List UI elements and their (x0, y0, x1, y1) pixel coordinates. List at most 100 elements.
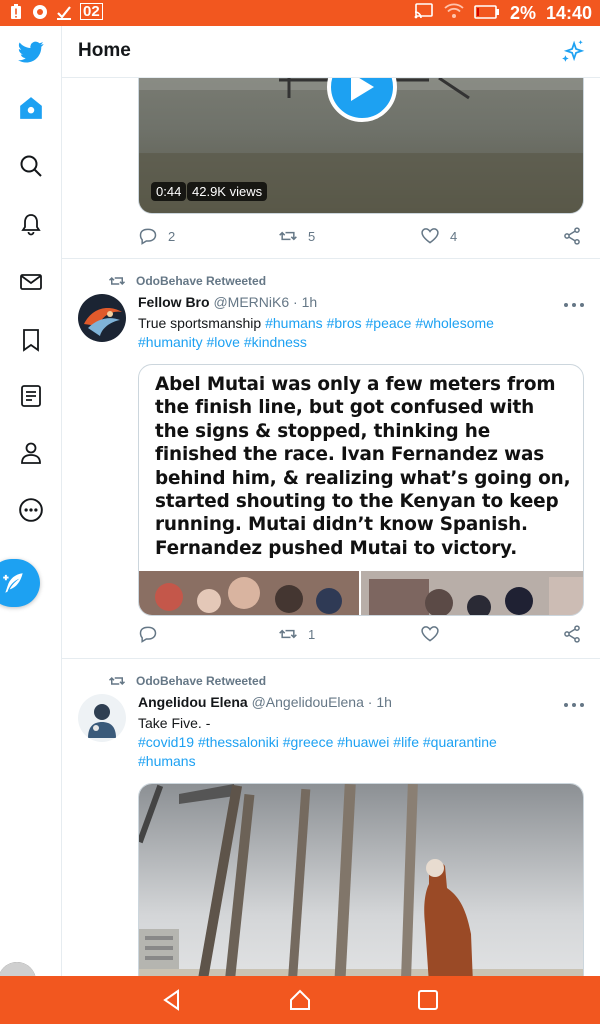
seaside-photo (139, 784, 583, 976)
retweet-context[interactable]: OdoBehave Retweeted (108, 272, 266, 290)
timeline-header: Home (62, 26, 600, 78)
retweet-icon (279, 231, 297, 241)
home-nav-icon[interactable] (288, 988, 312, 1012)
retweet-button[interactable]: 1 (278, 624, 315, 644)
video-player[interactable]: 0:44 42.9K views (138, 78, 584, 214)
hashtag-link[interactable]: #covid19 (138, 734, 194, 750)
reply-button[interactable]: 2 (138, 226, 175, 246)
status-bar: 02 2% 14:40 (0, 0, 600, 26)
retweet-count: 1 (308, 626, 316, 642)
share-button[interactable] (562, 226, 582, 246)
retweet-icon (279, 629, 297, 639)
cast-icon (414, 3, 434, 24)
video-duration: 0:44 (151, 182, 187, 201)
notifications-bell-icon[interactable] (0, 204, 62, 244)
reply-button[interactable] (138, 624, 158, 644)
display-name: Angelidou Elena (138, 694, 248, 710)
hashtag-link[interactable]: #huawei (337, 734, 389, 750)
hashtag-link[interactable]: #peace (366, 315, 412, 331)
tweet-divider (62, 258, 600, 259)
retweet-icon (108, 676, 126, 686)
hashtag-link[interactable]: #kindness (244, 334, 307, 350)
play-icon (351, 78, 374, 101)
hashtag-link[interactable]: #humanity (138, 334, 203, 350)
search-icon[interactable] (0, 146, 62, 186)
reply-icon (139, 626, 157, 643)
battery-alert-icon (8, 3, 24, 20)
top-tweets-sparkle-icon[interactable] (560, 39, 586, 65)
share-icon (564, 227, 580, 245)
back-icon[interactable] (160, 988, 184, 1012)
recent-apps-icon[interactable] (416, 988, 440, 1012)
notification-count: 02 (80, 3, 103, 20)
hashtag-link[interactable]: #humans (265, 315, 323, 331)
profile-icon[interactable] (0, 433, 62, 473)
like-button[interactable]: 4 (420, 226, 457, 246)
battery-percent: 2% (509, 3, 536, 23)
sidebar (0, 26, 62, 1000)
retweeted-by-label: OdoBehave Retweeted (136, 674, 267, 688)
hashtag-link[interactable]: #bros (327, 315, 362, 331)
home-icon[interactable] (0, 88, 62, 128)
retweet-count: 5 (308, 228, 316, 244)
clock: 14:40 (545, 3, 592, 23)
tweet-body: Take Five. - (138, 715, 211, 731)
handle: @AngelidouElena (251, 694, 364, 710)
bookmarks-icon[interactable] (0, 320, 62, 360)
lists-icon[interactable] (0, 376, 62, 416)
handle: @MERNiK6 (213, 294, 290, 310)
tweet-author[interactable]: Fellow Bro @MERNiK6 · 1h (138, 294, 317, 310)
video-views: 42.9K views (187, 182, 268, 201)
share-icon (564, 625, 580, 643)
like-count: 4 (450, 228, 458, 244)
system-nav-bar (0, 976, 600, 1024)
more-options-icon[interactable] (0, 490, 62, 530)
reply-count: 2 (168, 228, 176, 244)
retweeted-by-label: OdoBehave Retweeted (136, 274, 267, 288)
compose-tweet-button[interactable] (0, 559, 40, 607)
race-photo-strip (139, 571, 583, 615)
tweet-image[interactable]: Abel Mutai was only a few meters from th… (138, 364, 584, 616)
compose-feather-icon (3, 573, 23, 593)
tweet-menu-button[interactable] (564, 298, 584, 312)
hashtag-link[interactable]: #humans (138, 753, 196, 769)
retweet-button[interactable]: 5 (278, 226, 315, 246)
hashtag-link[interactable]: #love (206, 334, 239, 350)
share-button[interactable] (562, 624, 582, 644)
retweet-icon (108, 276, 126, 286)
tweet-menu-button[interactable] (564, 698, 584, 712)
battery-icon (474, 3, 500, 24)
twitter-logo-icon[interactable] (0, 32, 62, 72)
tweet-author[interactable]: Angelidou Elena @AngelidouElena · 1h (138, 694, 392, 710)
retweet-context[interactable]: OdoBehave Retweeted (108, 672, 266, 690)
tweet-actions: 2 5 4 (138, 226, 584, 250)
tweet-time: · 1h (367, 694, 392, 710)
hashtag-link[interactable]: #life (393, 734, 419, 750)
tweet-text: Take Five. - #covid19 #thessaloniki #gre… (138, 714, 588, 771)
hashtag-link[interactable]: #thessaloniki (198, 734, 279, 750)
image-caption-text: Abel Mutai was only a few meters from th… (155, 374, 571, 559)
heart-icon (421, 228, 439, 244)
hashtag-link[interactable]: #wholesome (415, 315, 494, 331)
messages-icon[interactable] (0, 262, 62, 302)
hashtag-link[interactable]: #quarantine (423, 734, 497, 750)
settings-icon (32, 4, 48, 20)
download-done-icon (56, 4, 72, 20)
display-name: Fellow Bro (138, 294, 210, 310)
page-title: Home (78, 40, 131, 61)
tweet-actions: 1 (138, 624, 584, 648)
tweet-divider (62, 658, 600, 659)
tweet-image[interactable] (138, 783, 584, 976)
avatar[interactable] (78, 294, 126, 342)
avatar[interactable] (78, 694, 126, 742)
tweet-text-prefix: True sportsmanship (138, 315, 262, 331)
heart-icon (421, 626, 439, 642)
app-screen: 02 2% 14:40 Home 0:44 42.9K views 2 5 4 … (0, 0, 600, 1024)
like-button[interactable] (420, 624, 440, 644)
timeline-feed: 0:44 42.9K views 2 5 4 OdoBehave Retweet… (62, 78, 600, 976)
wifi-icon (444, 3, 464, 24)
tweet-time: · 1h (293, 294, 318, 310)
tweet-text: True sportsmanship #humans #bros #peace … (138, 314, 588, 352)
hashtag-link[interactable]: #greece (283, 734, 334, 750)
reply-icon (139, 228, 157, 245)
